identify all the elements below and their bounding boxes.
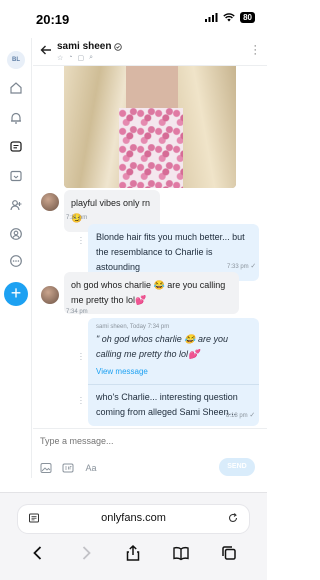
verified-icon <box>114 42 123 51</box>
chat-contact[interactable]: sami sheen <box>57 41 123 52</box>
message-time-row: 8:18 pm ✓ <box>226 411 255 419</box>
bell-small-icon[interactable]: ◔ <box>68 54 72 62</box>
contact-avatar[interactable] <box>41 286 59 304</box>
collections-icon[interactable] <box>8 168 24 184</box>
message-time: 7:34 pm <box>66 309 88 315</box>
reply-message: sami sheen, Today 7:34 pm " oh god whos … <box>88 318 259 426</box>
more-vertical-icon[interactable]: · · · <box>253 41 257 60</box>
reload-icon[interactable] <box>227 512 239 524</box>
status-time: 20:19 <box>36 12 70 27</box>
wifi-icon <box>223 13 235 22</box>
reply-header: sami sheen, Today 7:34 pm <box>96 324 170 330</box>
status-icons: 80 <box>205 12 255 23</box>
chat-actions: ☆ ◔ ▢ ⌕ <box>57 54 93 62</box>
subscriptions-icon[interactable] <box>8 197 24 213</box>
photo-message[interactable] <box>64 66 236 188</box>
composer-divider <box>33 428 267 429</box>
text-format-button[interactable]: Aa <box>84 462 98 474</box>
reply-divider <box>88 384 259 385</box>
browser-toolbar: onlyfans.com <box>0 492 267 580</box>
message-incoming: oh god whos charlie 😂 are you calling me… <box>64 272 239 314</box>
back-arrow-icon[interactable] <box>39 43 53 57</box>
message-input[interactable] <box>40 436 240 446</box>
message-options-icon[interactable]: · · · <box>78 350 84 364</box>
search-small-icon[interactable]: ⌕ <box>89 54 93 62</box>
signal-icon <box>205 13 218 22</box>
battery-icon: 80 <box>240 12 255 23</box>
image-icon[interactable] <box>40 462 52 474</box>
send-button[interactable]: SEND <box>219 458 255 476</box>
read-check-icon: ✓ <box>249 412 256 419</box>
star-icon[interactable]: ☆ <box>57 54 63 62</box>
bell-icon[interactable] <box>8 110 24 126</box>
read-check-icon: ✓ <box>250 263 257 270</box>
address-bar[interactable]: onlyfans.com <box>18 505 249 533</box>
message-time-row: 7:33 pm ✓ <box>227 262 256 270</box>
reply-quote: " oh god whos charlie 😂 are you calling … <box>96 334 228 359</box>
message-options-icon[interactable]: · · · <box>78 394 84 408</box>
messages-icon[interactable] <box>8 139 24 155</box>
gif-icon[interactable] <box>62 462 74 474</box>
new-post-button[interactable]: + <box>4 282 28 306</box>
forward-icon[interactable] <box>76 543 96 563</box>
status-bar: 20:19 80 <box>0 0 267 38</box>
message-time: 8:18 pm <box>226 413 248 419</box>
image-small-icon[interactable]: ▢ <box>78 54 85 62</box>
message-options-icon[interactable]: · · · <box>78 234 84 248</box>
view-message-link[interactable]: View message <box>96 364 251 379</box>
bookmarks-icon[interactable] <box>171 543 191 563</box>
user-avatar[interactable]: BL <box>7 51 25 69</box>
share-icon[interactable] <box>123 543 143 563</box>
contact-avatar[interactable] <box>41 193 59 211</box>
composer-tools: Aa <box>40 462 98 474</box>
side-nav: BL + <box>0 38 32 478</box>
message-time: 7:33 pm <box>227 264 249 270</box>
back-icon[interactable] <box>28 543 48 563</box>
contact-name: sami sheen <box>57 41 112 52</box>
url-text: onlyfans.com <box>101 512 166 524</box>
profile-icon[interactable] <box>8 226 24 242</box>
tabs-icon[interactable] <box>219 543 239 563</box>
browser-nav <box>0 543 267 563</box>
home-icon[interactable] <box>8 80 24 96</box>
message-time: 7:11 pm <box>66 215 88 221</box>
more-options-icon[interactable] <box>8 253 24 269</box>
chat-header: sami sheen ☆ ◔ ▢ ⌕ · · · <box>33 38 267 66</box>
